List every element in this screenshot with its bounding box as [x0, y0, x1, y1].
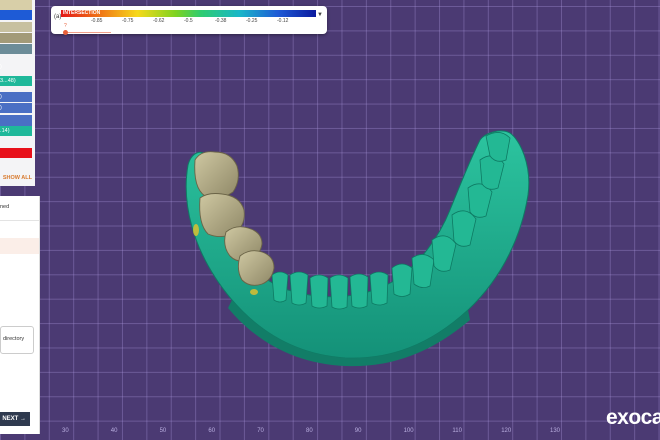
next-button[interactable]: NEXT →	[0, 412, 30, 426]
legend-tick-label: -0.75	[122, 18, 134, 24]
legend-tick-label: -0.25	[246, 18, 258, 24]
layer-list: 0)43...48)6)7))8)...14)	[0, 0, 35, 186]
legend-tick-label: -0.5	[184, 18, 193, 24]
color-scale-bar: INTERSECTION	[61, 10, 316, 17]
tooth-anterior-8	[411, 254, 435, 288]
tooth-anterior-2	[289, 271, 309, 306]
directory-option-label: directory	[3, 336, 25, 342]
layer-item[interactable]	[0, 10, 32, 20]
layer-item[interactable]: 0)	[0, 62, 32, 72]
next-button-label: NEXT	[2, 416, 19, 422]
tooth-anterior-1	[271, 271, 289, 303]
crown-premolar-2	[237, 250, 275, 286]
layer-item[interactable]: 43...48)	[0, 76, 32, 86]
layer-item[interactable]: )	[0, 115, 32, 125]
threshold-slider-handle[interactable]	[63, 30, 68, 35]
chevron-down-icon[interactable]: ▼	[317, 12, 323, 18]
layer-item[interactable]	[0, 44, 32, 54]
directory-option[interactable]: directory	[0, 326, 34, 354]
layer-item[interactable]	[0, 0, 32, 10]
layer-item[interactable]: 7)	[0, 103, 32, 113]
legend-tick-label: -0.12	[277, 18, 289, 24]
tooth-anterior-7	[391, 263, 413, 297]
intersection-spot-2	[250, 289, 258, 295]
arrow-right-icon: →	[20, 416, 26, 422]
crown-molar-1	[194, 151, 239, 199]
layer-item[interactable]	[0, 138, 32, 148]
layer-item[interactable]	[0, 33, 32, 43]
legend-tick-label: -0.62	[153, 18, 165, 24]
wizard-divider	[0, 220, 39, 221]
layer-item[interactable]	[0, 22, 32, 32]
wizard-selected-row[interactable]	[0, 238, 39, 254]
exocad-logo: exocad	[606, 406, 660, 429]
wizard-panel: ned directory NEXT →	[0, 196, 40, 434]
slider-marker: ?	[64, 23, 67, 29]
wizard-step-text: ned	[0, 204, 10, 210]
layer-item[interactable]: 6)	[0, 92, 32, 102]
tooth-anterior-3	[309, 274, 329, 309]
jaw-model[interactable]	[0, 0, 660, 440]
layer-item[interactable]	[0, 148, 32, 158]
legend-tick-label: -0.85	[91, 18, 103, 24]
legend-title: INTERSECTION	[63, 10, 101, 16]
layer-item[interactable]: ...14)	[0, 126, 32, 136]
tooth-anterior-5	[349, 273, 369, 309]
tooth-anterior-4	[329, 274, 349, 310]
tooth-anterior-6	[369, 271, 389, 306]
legend-tick-label: -0.38	[215, 18, 227, 24]
intersection-legend: (a) INTERSECTION -0.85 -0.75 -0.62 -0.5 -0.3…	[51, 6, 327, 35]
show-all-button[interactable]: SHOW ALL	[0, 175, 32, 181]
threshold-slider-track[interactable]	[63, 32, 111, 33]
left-panel: 0)43...48)6)7))8)...14) SHOW ALL ned dir…	[0, 0, 40, 440]
intersection-spot-1	[193, 224, 199, 236]
